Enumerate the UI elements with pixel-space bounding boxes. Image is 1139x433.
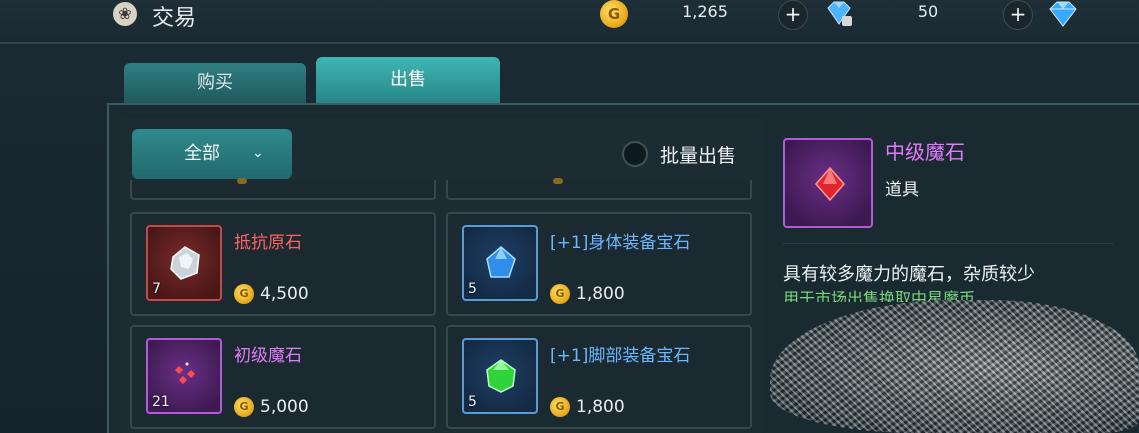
item-price: 1,800: [576, 284, 625, 304]
green-gem-icon: [486, 359, 516, 393]
settings-flower-icon: ❀: [113, 2, 137, 26]
batch-sell-radio[interactable]: [622, 141, 648, 167]
diamond-bag-icon: [827, 1, 852, 26]
chevron-down-icon: ⌄: [252, 145, 264, 161]
tab-buy[interactable]: 购买: [124, 63, 306, 103]
add-gold-button[interactable]: +: [778, 0, 808, 30]
item-slot: 5: [462, 225, 538, 301]
list-item[interactable]: 21 初级魔石 G 5,000: [130, 325, 436, 429]
item-slot: 5: [462, 338, 538, 414]
item-price: 4,500: [260, 284, 309, 304]
filter-dropdown[interactable]: 全部 ⌄: [132, 129, 292, 179]
item-name: [+1]身体装备宝石: [550, 233, 691, 253]
gold-coin-icon: G: [550, 397, 570, 417]
diamond-amount: 50: [917, 2, 939, 21]
detail-item-slot: [783, 138, 873, 228]
gold-coin-icon: G: [550, 284, 570, 304]
gold-coin-icon: G: [234, 284, 254, 304]
top-bar: ❀ 交易 G 1,265 + 50 +: [0, 0, 1139, 44]
list-item[interactable]: [130, 178, 436, 200]
gold-coin-icon: G: [234, 397, 254, 417]
page-title: 交易: [152, 6, 197, 31]
gold-coin-icon: G: [600, 0, 628, 28]
item-count: 7: [152, 281, 161, 297]
item-price: 1,800: [576, 397, 625, 417]
white-ore-icon: [170, 246, 200, 280]
gold-amount: 1,265: [682, 2, 728, 21]
list-item[interactable]: 5 [+1]身体装备宝石 G 1,800: [446, 212, 752, 316]
gold-coin-icon: [237, 178, 247, 184]
item-slot: 21: [146, 338, 222, 414]
filter-selected-label: 全部: [184, 143, 220, 164]
list-item[interactable]: 5 [+1]脚部装备宝石 G 1,800: [446, 325, 752, 429]
item-count: 5: [468, 394, 477, 410]
list-item[interactable]: [446, 178, 752, 200]
blue-gem-icon: [486, 246, 516, 278]
batch-sell-label: 批量出售: [660, 145, 737, 167]
gold-coin-icon: [553, 178, 563, 184]
detail-item-name: 中级魔石: [885, 140, 965, 164]
divider: [783, 243, 1113, 244]
item-slot: 7: [146, 225, 222, 301]
item-count: 21: [152, 394, 170, 410]
list-item[interactable]: 7 抵抗原石 G 4,500: [130, 212, 436, 316]
red-shards-icon: [175, 362, 195, 384]
add-diamond-button[interactable]: +: [1003, 0, 1033, 30]
tab-sell[interactable]: 出售: [316, 57, 500, 103]
item-name: 初级魔石: [234, 346, 302, 366]
red-magic-stone-icon: [815, 166, 845, 202]
item-name: [+1]脚部装备宝石: [550, 346, 691, 366]
item-count: 5: [468, 281, 477, 297]
detail-description: 具有较多魔力的魔石，杂质较少: [783, 264, 1035, 285]
diamond-icon: [1049, 1, 1077, 27]
item-name: 抵抗原石: [234, 233, 302, 253]
item-price: 5,000: [260, 397, 309, 417]
detail-item-type: 道具: [885, 180, 919, 200]
